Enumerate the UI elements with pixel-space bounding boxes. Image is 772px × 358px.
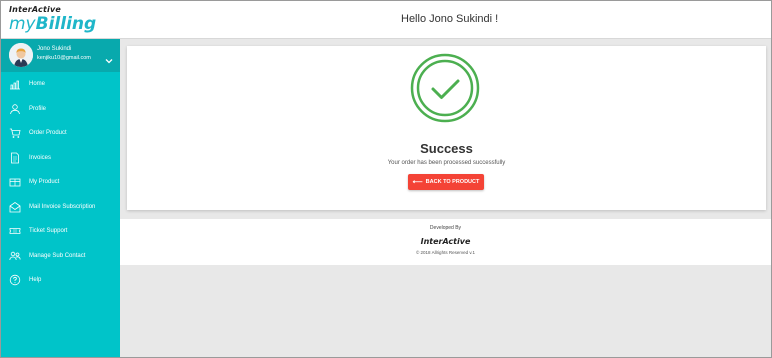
success-message: Your order has been processed successful…	[387, 160, 506, 166]
footer: Developed By InterActive © 2018 Allright…	[120, 219, 771, 265]
box-icon	[9, 176, 21, 188]
chevron-down-icon[interactable]	[104, 52, 114, 64]
footer-logo: InterActive	[420, 237, 471, 246]
sidebar-item-label: Ticket Support	[29, 228, 68, 235]
sidebar-item-invoices[interactable]: Invoices	[1, 146, 120, 171]
sidebar-item-label: Order Product	[29, 130, 67, 137]
sidebar-item-my-product[interactable]: My Product	[1, 170, 120, 195]
ticket-icon	[9, 225, 21, 237]
top-header: InterActive myBilling Hello Jono Sukindi…	[1, 1, 771, 39]
success-card: Success Your order has been processed su…	[127, 46, 766, 210]
mybilling-logo-text: myBilling	[9, 14, 97, 34]
chart-icon	[9, 78, 21, 90]
user-icon	[9, 103, 21, 115]
arrow-left-icon: ⟵	[412, 179, 423, 186]
sidebar-item-ticket-support[interactable]: Ticket Support	[1, 219, 120, 244]
sidebar-item-order-product[interactable]: Order Product	[1, 121, 120, 146]
developed-by-text: Developed By	[429, 225, 462, 231]
sidebar-item-label: Invoices	[29, 154, 52, 161]
sidebar-item-mail-invoice-subscription[interactable]: Mail Invoice Subscription	[1, 195, 120, 220]
interactive-logo-text: InterActive	[9, 5, 61, 14]
sidebar-item-label: Help	[29, 277, 42, 284]
app-logo[interactable]: InterActive myBilling	[9, 5, 96, 33]
sidebar: Jono Sukindi kenjiku10@gmail.com Home Pr…	[1, 39, 120, 357]
success-title: Success	[420, 141, 473, 156]
sidebar-item-help[interactable]: Help	[1, 268, 120, 293]
user-email: kenjiku10@gmail.com	[37, 55, 91, 61]
sidebar-item-profile[interactable]: Profile	[1, 97, 120, 122]
greeting-text: Hello Jono Sukindi !	[401, 13, 499, 25]
cart-icon	[9, 127, 21, 139]
user-name: Jono Sukindi	[37, 46, 72, 52]
sidebar-item-label: Manage Sub Contact	[29, 252, 86, 259]
sidebar-item-label: Home	[29, 81, 46, 88]
avatar	[9, 43, 33, 67]
copyright-text: © 2018 Allrights Reserved v.1	[415, 250, 475, 255]
sidebar-nav: Home Profile Order Product Invoices My P…	[1, 72, 120, 293]
help-icon	[9, 274, 21, 286]
back-to-product-label: BACK TO PRODUCT	[425, 179, 480, 185]
app-window: InterActive myBilling Hello Jono Sukindi…	[0, 0, 772, 358]
user-profile-panel[interactable]: Jono Sukindi kenjiku10@gmail.com	[1, 39, 120, 72]
document-icon	[9, 152, 21, 164]
sidebar-item-label: Mail Invoice Subscription	[29, 203, 96, 210]
contacts-icon	[9, 250, 21, 262]
check-circle-icon	[409, 52, 481, 124]
back-to-product-button[interactable]: ⟵ BACK TO PRODUCT	[408, 174, 484, 190]
sidebar-item-label: My Product	[29, 179, 60, 186]
sidebar-item-home[interactable]: Home	[1, 72, 120, 97]
mail-icon	[9, 201, 21, 213]
sidebar-item-label: Profile	[29, 105, 47, 112]
sidebar-item-manage-sub-contact[interactable]: Manage Sub Contact	[1, 244, 120, 269]
